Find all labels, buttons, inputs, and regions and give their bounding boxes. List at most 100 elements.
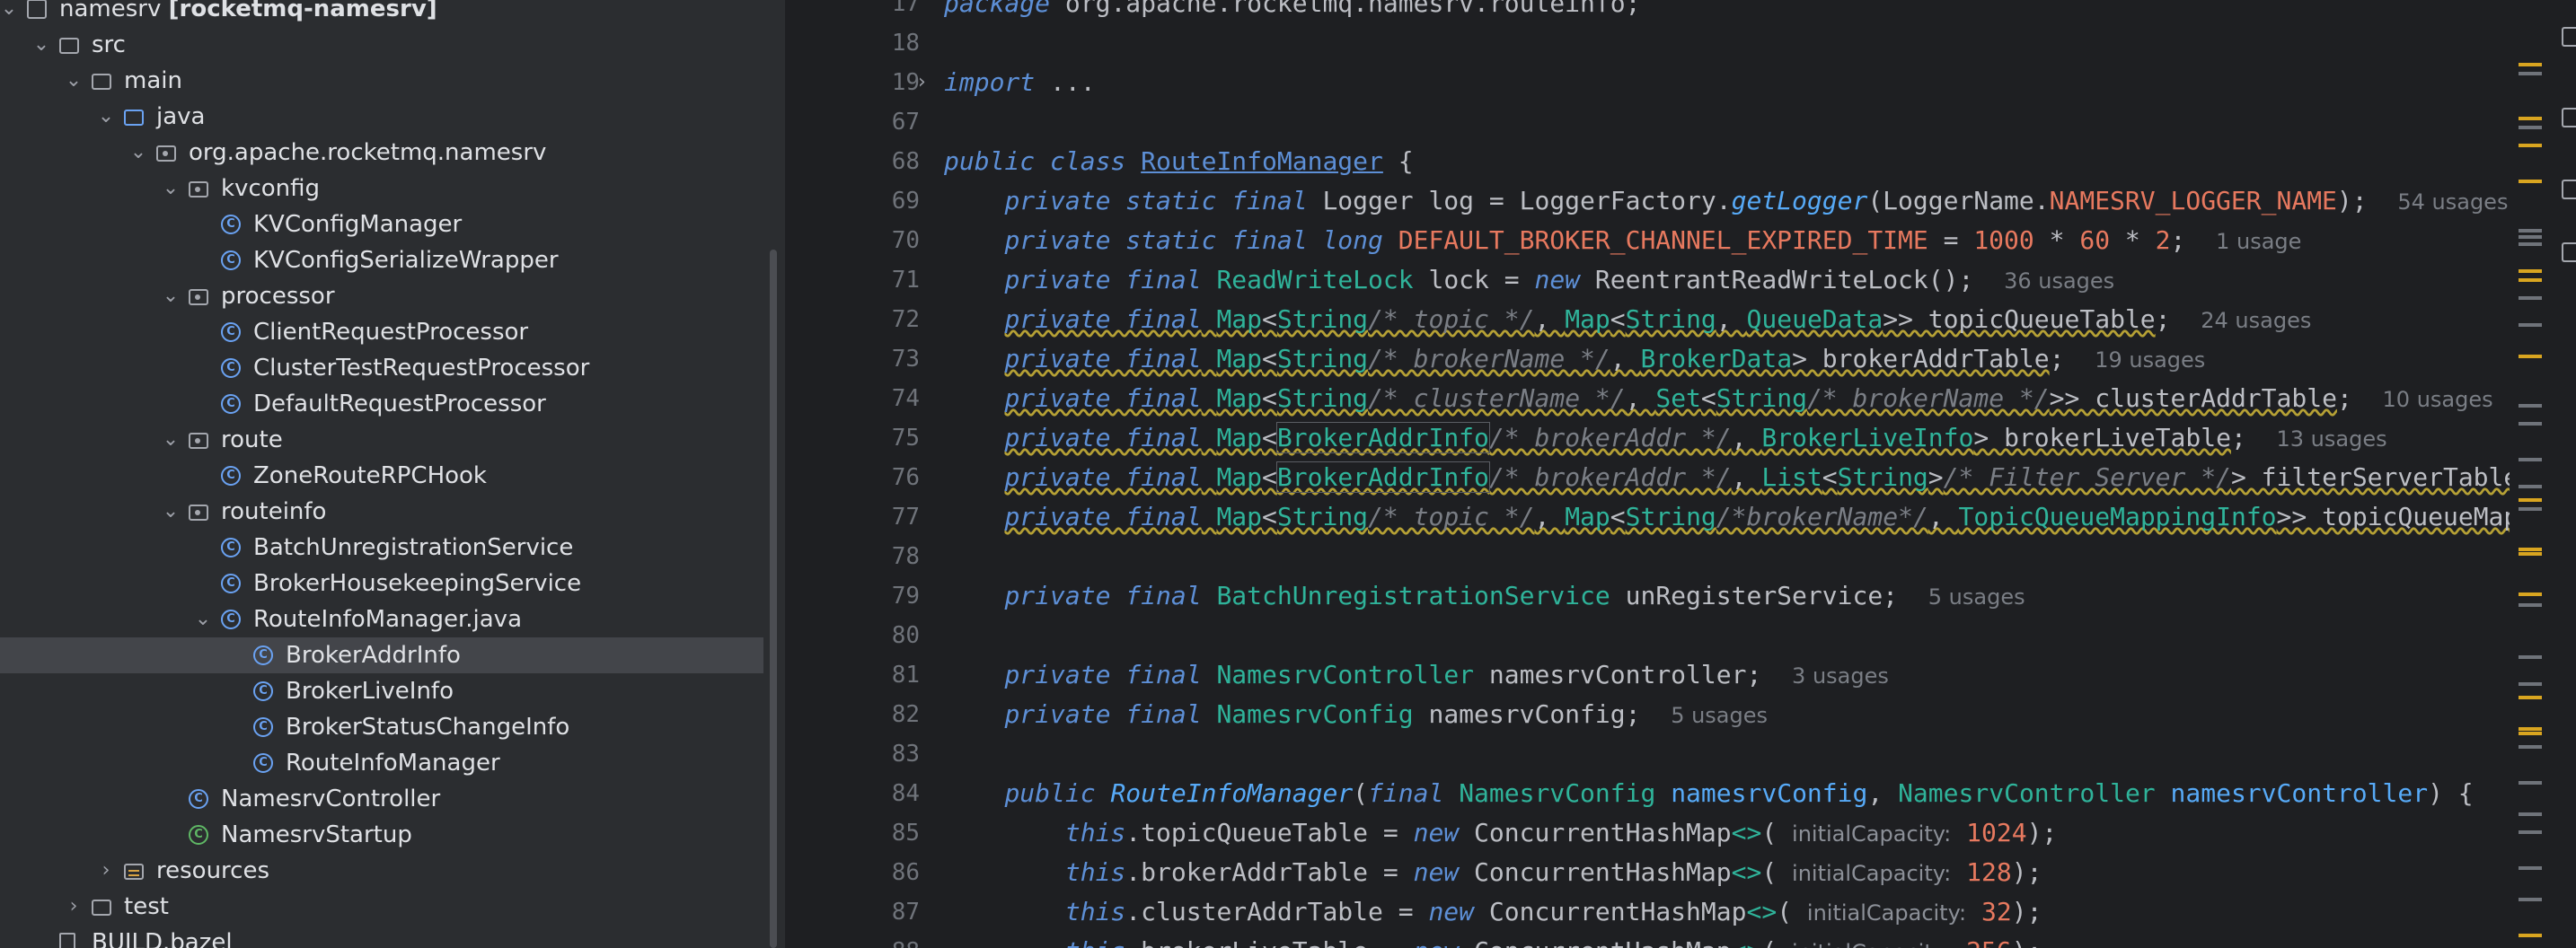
tree-folder-row[interactable]: › resources — [0, 853, 763, 889]
code-line[interactable]: private final Map<String/* topic */, Map… — [944, 300, 2311, 340]
warning-marker[interactable] — [2519, 269, 2542, 273]
code-line[interactable]: private final Map<String/* brokerName */… — [944, 339, 2205, 380]
warning-marker[interactable] — [2519, 727, 2542, 731]
maven-tool-icon[interactable] — [2562, 180, 2576, 199]
code-editor[interactable]: 17 package org.apache.rocketmq.namesrv.ro… — [785, 0, 2510, 948]
code-line[interactable]: private final NamesrvController namesrvC… — [944, 655, 1888, 696]
fold-chevron-icon[interactable]: › — [918, 63, 926, 102]
tree-folder-row[interactable]: ⌄ main — [0, 63, 763, 99]
info-marker[interactable] — [2519, 745, 2542, 749]
tree-folder-row[interactable]: › test — [0, 889, 763, 925]
info-marker[interactable] — [2519, 898, 2542, 901]
code-line[interactable]: this.brokerLiveTable = new ConcurrentHas… — [944, 932, 2042, 948]
warning-marker[interactable] — [2519, 592, 2542, 596]
tree-file-row[interactable]: C KVConfigManager — [0, 206, 763, 242]
project-tree[interactable]: ⌄ namesrv [rocketmq-namesrv] ⌄ src ⌄ main ⌄ jav… — [0, 0, 785, 948]
info-marker[interactable] — [2519, 72, 2542, 75]
tree-file-row[interactable]: C DefaultRequestProcessor — [0, 386, 763, 422]
info-marker[interactable] — [2519, 830, 2542, 834]
tree-folder-row[interactable]: ⌄ src — [0, 27, 763, 63]
code-line[interactable]: private final Map<String/* topic */, Map… — [944, 497, 2510, 537]
chevron-down-icon[interactable]: ⌄ — [194, 601, 212, 637]
warning-marker[interactable] — [2519, 355, 2542, 358]
warning-marker[interactable] — [2519, 144, 2542, 147]
code-line[interactable]: private final Map<BrokerAddrInfo/* broke… — [944, 458, 2510, 497]
warning-marker[interactable] — [2519, 548, 2542, 551]
gradle-tool-icon[interactable] — [2562, 242, 2576, 262]
tree-file-row[interactable]: C RouteInfoManager — [0, 745, 763, 781]
code-line[interactable]: private static final Logger log = Logger… — [944, 181, 2508, 222]
code-line[interactable]: this.clusterAddrTable = new ConcurrentHa… — [944, 892, 2042, 933]
warning-marker[interactable] — [2519, 498, 2542, 502]
database-tool-icon[interactable] — [2562, 27, 2576, 47]
info-marker[interactable] — [2519, 603, 2542, 607]
info-marker[interactable] — [2519, 485, 2542, 488]
chevron-down-icon[interactable]: ⌄ — [162, 422, 180, 458]
tree-folder-row[interactable]: ⌄ processor — [0, 278, 763, 314]
info-marker[interactable] — [2519, 458, 2542, 461]
tree-folder-row[interactable]: ⌄ route — [0, 422, 763, 458]
code-line[interactable]: package org.apache.rocketmq.namesrv.rout… — [944, 0, 1640, 23]
project-tree-scrollbar[interactable] — [770, 250, 777, 948]
code-line[interactable]: private static final long DEFAULT_BROKER… — [944, 221, 2301, 261]
info-marker[interactable] — [2519, 296, 2542, 300]
chevron-down-icon[interactable]: ⌄ — [162, 278, 180, 314]
tree-file-row[interactable]: C KVConfigSerializeWrapper — [0, 242, 763, 278]
tree-folder-row[interactable]: ⌄ kvconfig — [0, 171, 763, 206]
chevron-down-icon[interactable]: ⌄ — [0, 0, 18, 27]
warning-marker[interactable] — [2519, 552, 2542, 556]
code-line[interactable]: public RouteInfoManager(final NamesrvCon… — [944, 774, 2473, 813]
info-marker[interactable] — [2519, 866, 2542, 870]
info-marker[interactable] — [2519, 682, 2542, 686]
chevron-right-icon[interactable]: › — [97, 853, 115, 889]
code-line[interactable]: private final BatchUnregistrationService… — [944, 576, 2025, 617]
chevron-right-icon[interactable]: › — [65, 889, 83, 925]
tree-file-row[interactable]: C BrokerStatusChangeInfo — [0, 709, 763, 745]
warning-marker[interactable] — [2519, 278, 2542, 282]
tree-file-row[interactable]: BUILD.bazel — [0, 925, 763, 948]
notifications-tool-icon[interactable] — [2562, 108, 2576, 127]
warning-marker[interactable] — [2519, 117, 2542, 120]
info-marker[interactable] — [2519, 781, 2542, 785]
info-marker[interactable] — [2519, 229, 2542, 233]
info-marker[interactable] — [2519, 404, 2542, 408]
info-marker[interactable] — [2519, 507, 2542, 511]
tree-file-row[interactable]: ⌄ C RouteInfoManager.java — [0, 601, 763, 637]
tree-file-row[interactable]: C BrokerHousekeepingService — [0, 566, 763, 601]
chevron-down-icon[interactable]: ⌄ — [162, 171, 180, 206]
code-line[interactable]: import ... — [944, 63, 1096, 102]
code-line[interactable]: this.topicQueueTable = new ConcurrentHas… — [944, 813, 2057, 854]
chevron-down-icon[interactable]: ⌄ — [129, 135, 147, 171]
code-line[interactable]: public class RouteInfoManager { — [944, 142, 1414, 181]
tree-file-row[interactable]: C BrokerAddrInfo — [0, 637, 763, 673]
tree-file-row[interactable]: C BatchUnregistrationService — [0, 530, 763, 566]
code-line[interactable]: private final Map<BrokerAddrInfo/* broke… — [944, 418, 2387, 459]
chevron-down-icon[interactable]: ⌄ — [32, 27, 50, 63]
tree-folder-row[interactable]: ⌄ namesrv [rocketmq-namesrv] — [0, 0, 763, 27]
tree-file-row[interactable]: C NamesrvController — [0, 781, 763, 817]
warning-marker[interactable] — [2519, 180, 2542, 183]
info-marker[interactable] — [2519, 422, 2542, 426]
code-line[interactable]: private final Map<String/* clusterName *… — [944, 379, 2492, 419]
tree-file-row[interactable]: C NamesrvStartup — [0, 817, 763, 853]
tree-file-row[interactable]: C ClusterTestRequestProcessor — [0, 350, 763, 386]
warning-marker[interactable] — [2519, 934, 2542, 937]
chevron-down-icon[interactable]: ⌄ — [97, 99, 115, 135]
tree-folder-row[interactable]: ⌄ java — [0, 99, 763, 135]
code-line[interactable]: this.brokerAddrTable = new ConcurrentHas… — [944, 853, 2042, 893]
warning-marker[interactable] — [2519, 63, 2542, 66]
warning-marker[interactable] — [2519, 696, 2542, 699]
tree-file-row[interactable]: C ZoneRouteRPCHook — [0, 458, 763, 494]
info-marker[interactable] — [2519, 242, 2542, 246]
info-marker[interactable] — [2519, 323, 2542, 327]
tree-folder-row[interactable]: ⌄ org.apache.rocketmq.namesrv — [0, 135, 763, 171]
tree-file-row[interactable]: C BrokerLiveInfo — [0, 673, 763, 709]
chevron-down-icon[interactable]: ⌄ — [162, 494, 180, 530]
chevron-down-icon[interactable]: ⌄ — [65, 63, 83, 99]
code-line[interactable]: private final ReadWriteLock lock = new R… — [944, 260, 2114, 301]
tree-folder-row[interactable]: ⌄ routeinfo — [0, 494, 763, 530]
info-marker[interactable] — [2519, 812, 2542, 816]
code-line[interactable]: private final NamesrvConfig namesrvConfi… — [944, 695, 1768, 735]
info-marker[interactable] — [2519, 655, 2542, 659]
warning-marker[interactable] — [2519, 732, 2542, 735]
